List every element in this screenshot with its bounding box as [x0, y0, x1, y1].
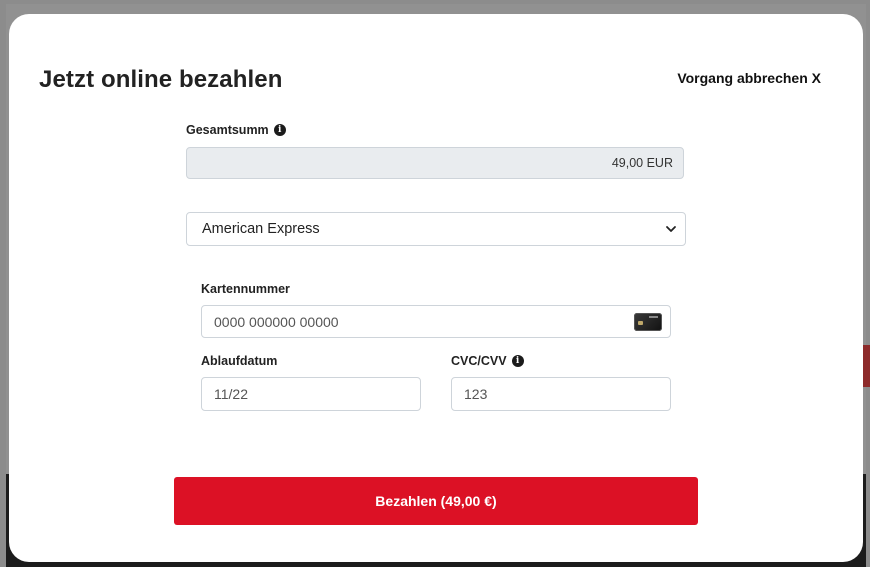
info-circle-icon[interactable]: i	[273, 124, 286, 136]
total-amount-field: 49,00 EUR	[186, 147, 684, 179]
cvc-label-row: CVC/CVV i	[451, 354, 524, 368]
payment-method-select[interactable]: American Express	[186, 212, 686, 246]
modal-title: Jetzt online bezahlen	[39, 66, 283, 93]
total-label: Gesamtsumm	[186, 123, 269, 137]
info-circle-icon[interactable]: i	[511, 355, 524, 367]
credit-card-icon	[634, 313, 662, 331]
card-number-label-row: Kartennummer	[201, 282, 290, 296]
card-number-placeholder: 0000 000000 00000	[214, 313, 339, 330]
cvc-placeholder: 123	[464, 386, 488, 402]
expiry-label: Ablaufdatum	[201, 354, 278, 368]
cvc-input[interactable]: 123	[451, 377, 671, 411]
payment-modal: Jetzt online bezahlen Vorgang abbrechen …	[9, 14, 863, 562]
payment-method-selected: American Express	[202, 221, 320, 237]
card-number-input[interactable]: 0000 000000 00000	[201, 305, 671, 338]
pay-button[interactable]: Bezahlen (49,00 €)	[174, 477, 698, 525]
cancel-link[interactable]: Vorgang abbrechen X	[677, 70, 821, 86]
expiry-label-row: Ablaufdatum	[201, 354, 277, 368]
chevron-down-icon	[666, 226, 676, 232]
cvc-label: CVC/CVV	[451, 354, 507, 368]
background-accent-strip	[862, 345, 870, 387]
expiry-placeholder: 11/22	[214, 386, 248, 402]
expiry-input[interactable]: 11/22	[201, 377, 421, 411]
card-number-label: Kartennummer	[201, 282, 290, 296]
total-label-row: Gesamtsumm i	[186, 123, 286, 137]
total-amount-value: 49,00 EUR	[611, 156, 673, 170]
